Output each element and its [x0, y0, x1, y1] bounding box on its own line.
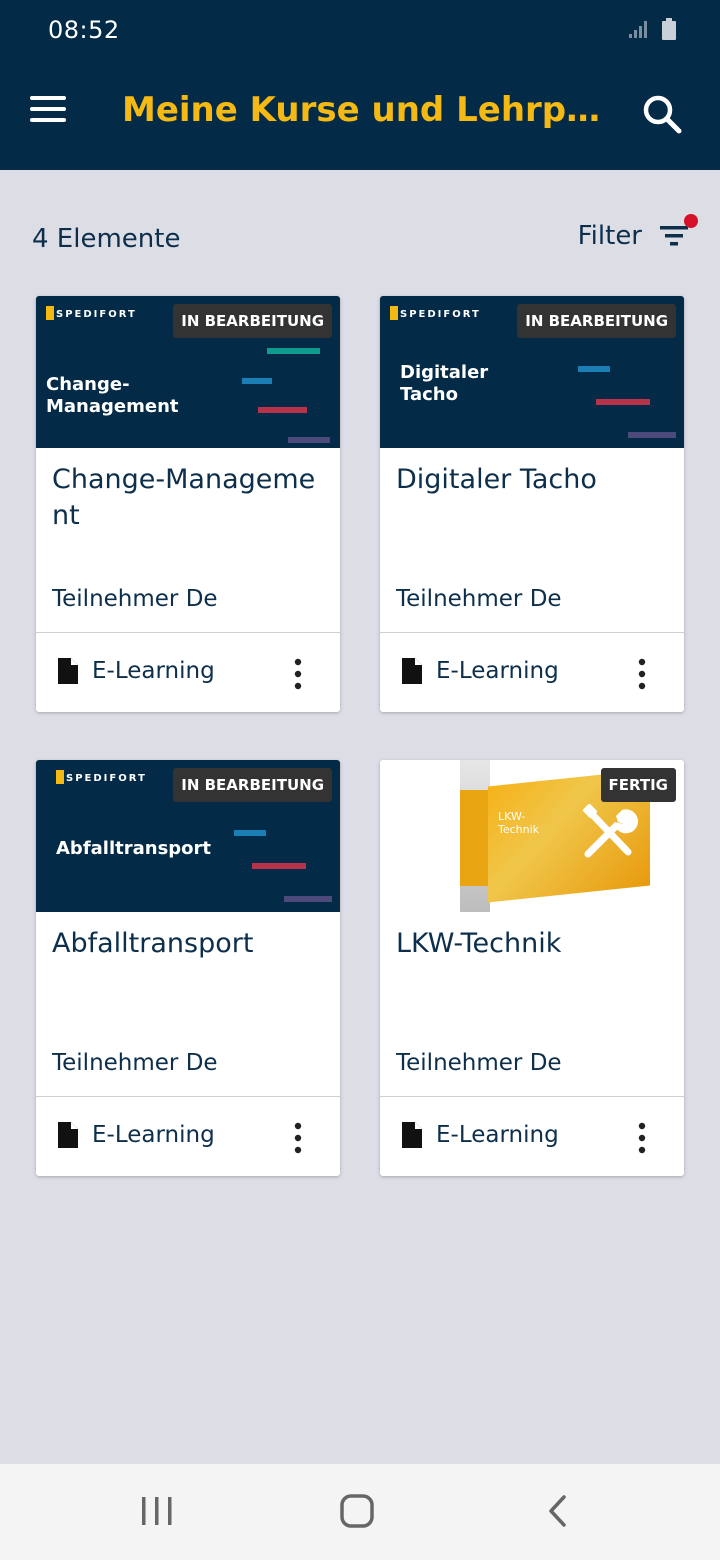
thumbnail-title: Digitaler Tacho	[400, 362, 489, 405]
decor-stripe	[258, 407, 307, 413]
more-options-button[interactable]	[626, 656, 658, 692]
app-root: 08:52 Meine Kurse und Lehrpläne 4 Elemen…	[0, 0, 720, 1560]
box-label: LKW- Technik	[498, 810, 540, 836]
filter-label: Filter	[577, 221, 642, 251]
course-type: E-Learning	[58, 658, 215, 684]
status-icons	[628, 18, 676, 40]
decor-stripe	[628, 432, 676, 438]
course-type: E-Learning	[402, 658, 559, 684]
nav-recents-button[interactable]	[136, 1492, 180, 1532]
course-title: Abfalltransport	[52, 928, 254, 959]
more-vertical-icon	[294, 1122, 302, 1154]
signal-icon	[629, 21, 647, 38]
course-meta: Teilnehmer De	[52, 586, 218, 612]
course-meta: Teilnehmer De	[396, 586, 562, 612]
decor-stripe	[596, 399, 650, 405]
search-button[interactable]	[640, 92, 684, 136]
brand-logo: SPEDIFORT	[56, 770, 147, 784]
box-illustration-side-band	[460, 790, 490, 886]
more-vertical-icon	[638, 658, 646, 690]
app-bar: Meine Kurse und Lehrpläne	[0, 60, 720, 170]
document-icon	[58, 658, 78, 684]
course-thumbnail: SPEDIFORT Digitaler Tacho IN BEARBEITUNG	[380, 296, 684, 448]
document-icon	[58, 1122, 78, 1148]
card-divider	[380, 1096, 684, 1097]
decor-stripe	[284, 896, 332, 902]
tools-icon	[583, 804, 638, 858]
filter-active-dot	[684, 214, 698, 228]
more-vertical-icon	[294, 658, 302, 690]
more-vertical-icon	[638, 1122, 646, 1154]
menu-icon	[30, 96, 70, 122]
system-nav-bar	[0, 1464, 720, 1560]
course-thumbnail: SPEDIFORT Abfalltransport IN BEARBEITUNG	[36, 760, 340, 912]
brand-logo: SPEDIFORT	[390, 306, 481, 320]
course-type: E-Learning	[402, 1122, 559, 1148]
card-divider	[36, 632, 340, 633]
page-title: Meine Kurse und Lehrpläne	[122, 90, 602, 130]
battery-icon	[662, 18, 676, 40]
filter-button[interactable]: Filter	[577, 214, 698, 252]
nav-home-button[interactable]	[336, 1492, 380, 1532]
course-type-label: E-Learning	[436, 1122, 559, 1148]
document-icon	[402, 658, 422, 684]
thumbnail-title: Change- Management	[46, 374, 179, 417]
document-icon	[402, 1122, 422, 1148]
more-options-button[interactable]	[626, 1120, 658, 1156]
course-title: LKW-Technik	[396, 928, 562, 959]
course-meta: Teilnehmer De	[396, 1050, 562, 1076]
decor-stripe	[288, 437, 330, 443]
nav-back-button[interactable]	[540, 1492, 584, 1532]
recents-icon	[142, 1497, 172, 1525]
status-badge: FERTIG	[600, 768, 676, 802]
course-card[interactable]: SPEDIFORT Digitaler Tacho IN BEARBEITUNG…	[380, 296, 684, 712]
course-type: E-Learning	[58, 1122, 215, 1148]
search-icon	[643, 95, 682, 134]
menu-button[interactable]	[30, 96, 70, 136]
more-options-button[interactable]	[282, 656, 314, 692]
course-card[interactable]: SPEDIFORT Change- Management IN BEARBEIT…	[36, 296, 340, 712]
course-type-label: E-Learning	[92, 1122, 215, 1148]
decor-stripe	[252, 863, 306, 869]
home-icon	[340, 1494, 374, 1528]
filter-icon	[658, 214, 698, 252]
course-thumbnail: SPEDIFORT Change- Management IN BEARBEIT…	[36, 296, 340, 448]
course-thumbnail: LKW- Technik FERTIG	[380, 760, 684, 912]
course-card[interactable]: LKW- Technik FERTIG LKW-Technik Teilnehm…	[380, 760, 684, 1176]
course-meta: Teilnehmer De	[52, 1050, 218, 1076]
status-badge: IN BEARBEITUNG	[173, 304, 332, 338]
back-icon	[549, 1495, 566, 1527]
status-time: 08:52	[48, 16, 120, 44]
item-count: 4 Elemente	[32, 224, 181, 254]
status-badge: IN BEARBEITUNG	[517, 304, 676, 338]
more-options-button[interactable]	[282, 1120, 314, 1156]
decor-stripe	[267, 348, 320, 354]
status-badge: IN BEARBEITUNG	[173, 768, 332, 802]
course-type-label: E-Learning	[436, 658, 559, 684]
decor-stripe	[578, 366, 610, 372]
course-title: Change-Management	[52, 464, 316, 531]
thumbnail-title: Abfalltransport	[56, 838, 212, 859]
course-type-label: E-Learning	[92, 658, 215, 684]
card-divider	[36, 1096, 340, 1097]
course-title: Digitaler Tacho	[396, 464, 597, 495]
decor-stripe	[242, 378, 272, 384]
status-bar: 08:52	[0, 0, 720, 60]
card-divider	[380, 632, 684, 633]
course-card[interactable]: SPEDIFORT Abfalltransport IN BEARBEITUNG…	[36, 760, 340, 1176]
brand-logo: SPEDIFORT	[46, 306, 137, 320]
decor-stripe	[234, 830, 266, 836]
